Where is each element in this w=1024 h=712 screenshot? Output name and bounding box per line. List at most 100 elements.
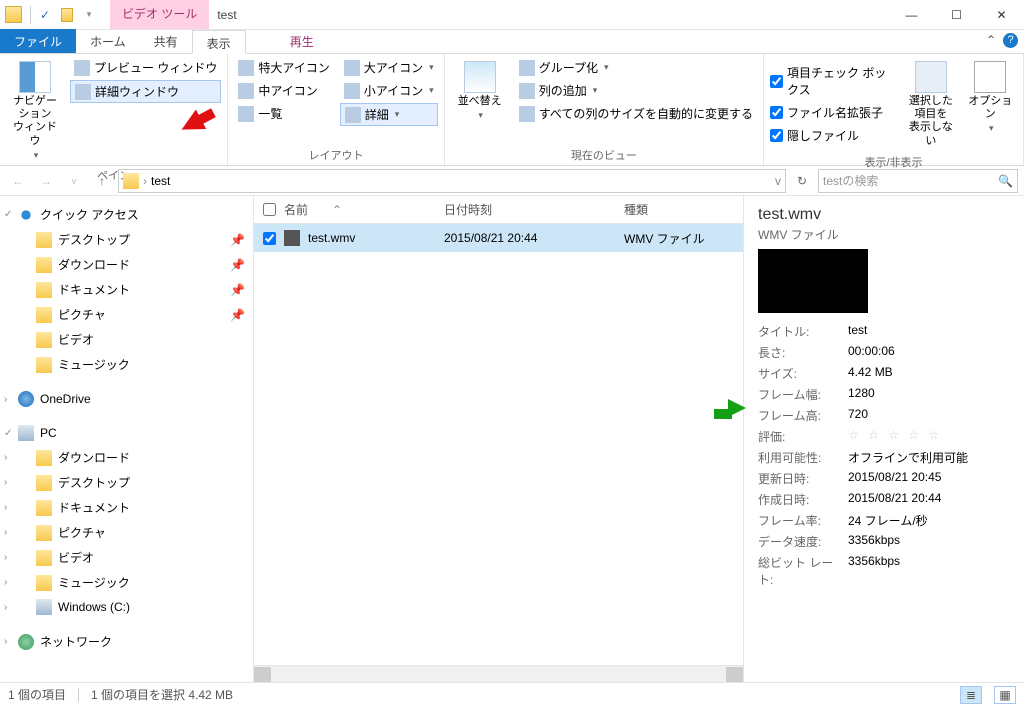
column-name[interactable]: 名前⌃ — [284, 201, 444, 218]
qat-separator — [30, 6, 31, 24]
back-button[interactable]: ← — [6, 169, 30, 193]
chevron-right-icon[interactable]: › — [4, 477, 7, 488]
nav-desktop[interactable]: デスクトップ📌 — [0, 227, 253, 252]
breadcrumb-segment[interactable]: test — [151, 174, 170, 188]
rating-stars[interactable]: ☆ ☆ ☆ ☆ ☆ — [848, 426, 1010, 447]
layout-details-button[interactable]: 詳細▾ — [340, 103, 438, 126]
view-details-button[interactable]: ≣ — [960, 686, 982, 704]
nav-pc[interactable]: ✓PC — [0, 421, 253, 445]
row-checkbox[interactable] — [263, 232, 276, 245]
detail-row: フレーム率:24 フレーム/秒 — [758, 510, 1010, 531]
nav-pc-documents[interactable]: ›ドキュメント — [0, 495, 253, 520]
navigation-pane[interactable]: ✓クイック アクセス デスクトップ📌 ダウンロード📌 ドキュメント📌 ピクチャ📌… — [0, 196, 254, 682]
qat-properties-button[interactable]: ✓ — [34, 4, 56, 26]
folder-icon — [123, 173, 139, 189]
chevron-right-icon[interactable]: › — [4, 577, 7, 588]
up-button[interactable]: ↑ — [90, 169, 114, 193]
minimize-button[interactable]: — — [889, 0, 934, 29]
nav-pictures[interactable]: ピクチャ📌 — [0, 302, 253, 327]
nav-pc-music[interactable]: ›ミュージック — [0, 570, 253, 595]
hideselected-button[interactable]: 選択した項目を 表示しない — [904, 57, 957, 152]
sort-button[interactable]: 並べ替え ▾ — [451, 57, 509, 145]
chevron-right-icon[interactable]: › — [4, 636, 7, 647]
nav-music[interactable]: ミュージック — [0, 352, 253, 377]
chevron-right-icon[interactable]: › — [4, 502, 7, 513]
chevron-down-icon[interactable]: ✓ — [4, 209, 12, 220]
layout-medium-button[interactable]: 中アイコン — [234, 80, 333, 101]
tab-share[interactable]: 共有 — [140, 29, 192, 53]
maximize-button[interactable]: ☐ — [934, 0, 979, 29]
breadcrumb-dropdown[interactable]: v — [775, 174, 781, 188]
main-area: ✓クイック アクセス デスクトップ📌 ダウンロード📌 ドキュメント📌 ピクチャ📌… — [0, 196, 1024, 682]
address-bar: ← → v ↑ › test v ↻ testの検索 🔍 — [0, 166, 1024, 196]
nav-downloads[interactable]: ダウンロード📌 — [0, 252, 253, 277]
folder-icon — [36, 332, 52, 348]
autofit-button[interactable]: すべての列のサイズを自動的に変更する — [515, 103, 757, 124]
file-row[interactable]: test.wmv 2015/08/21 20:44 WMV ファイル — [254, 224, 743, 252]
close-button[interactable]: ✕ — [979, 0, 1024, 29]
chevron-down-icon: ▾ — [478, 110, 483, 121]
hiddenitems-checkbox[interactable]: 隠しファイル — [770, 126, 898, 145]
preview-pane-button[interactable]: プレビュー ウィンドウ — [70, 57, 221, 78]
extensions-checkbox[interactable]: ファイル名拡張子 — [770, 103, 898, 122]
recent-button[interactable]: v — [62, 169, 86, 193]
ribbon-collapse-button[interactable]: ⌃ — [986, 33, 996, 47]
chevron-right-icon[interactable]: › — [4, 452, 7, 463]
nav-pc-downloads[interactable]: ›ダウンロード — [0, 445, 253, 470]
nav-windows-c[interactable]: ›Windows (C:) — [0, 595, 253, 619]
nav-network[interactable]: ›ネットワーク — [0, 629, 253, 654]
details-icon — [345, 107, 361, 123]
scroll-left-button[interactable] — [254, 667, 271, 682]
view-largeicons-button[interactable]: ▦ — [994, 686, 1016, 704]
chevron-right-icon[interactable]: › — [143, 174, 147, 188]
ribbon-group-label: 現在のビュー — [451, 145, 757, 165]
options-button[interactable]: オプション ▾ — [964, 57, 1017, 152]
layout-extralarge-button[interactable]: 特大アイコン — [234, 57, 333, 78]
nav-documents[interactable]: ドキュメント📌 — [0, 277, 253, 302]
tab-view[interactable]: 表示 — [192, 30, 246, 54]
sicons-icon — [344, 83, 360, 99]
search-input[interactable]: testの検索 🔍 — [818, 169, 1018, 193]
refresh-button[interactable]: ↻ — [790, 169, 814, 193]
layout-small-button[interactable]: 小アイコン▾ — [340, 80, 438, 101]
layout-large-button[interactable]: 大アイコン▾ — [340, 57, 438, 78]
file-list[interactable]: 名前⌃ 日付時刻 種類 test.wmv 2015/08/21 20:44 WM… — [254, 196, 744, 682]
chevron-right-icon[interactable]: › — [4, 552, 7, 563]
tab-file[interactable]: ファイル — [0, 29, 76, 53]
nav-pc-desktop[interactable]: ›デスクトップ — [0, 470, 253, 495]
breadcrumb[interactable]: › test v — [118, 169, 786, 193]
selectall-checkbox[interactable] — [254, 203, 284, 216]
search-placeholder: testの検索 — [823, 172, 878, 189]
groupby-button[interactable]: グループ化▾ — [515, 57, 757, 78]
chevron-down-icon: ▾ — [593, 85, 598, 96]
nav-videos[interactable]: ビデオ — [0, 327, 253, 352]
itemcheckboxes-checkbox[interactable]: 項目チェック ボックス — [770, 63, 898, 99]
qat-customize-button[interactable]: ▾ — [78, 4, 100, 26]
help-button[interactable]: ? — [1003, 33, 1018, 48]
layout-list-button[interactable]: 一覧 — [234, 103, 333, 124]
tab-home[interactable]: ホーム — [76, 29, 140, 53]
horizontal-scrollbar[interactable] — [254, 665, 743, 682]
tab-play[interactable]: 再生 — [276, 29, 328, 53]
nav-pc-videos[interactable]: ›ビデオ — [0, 545, 253, 570]
navigation-pane-button[interactable]: ナビゲーション ウィンドウ ▾ — [6, 57, 64, 165]
forward-button[interactable]: → — [34, 169, 58, 193]
details-pane-button[interactable]: 詳細ウィンドウ — [70, 80, 221, 103]
status-selection: 1 個の項目を選択 4.42 MB — [91, 686, 233, 703]
addcolumns-button[interactable]: 列の追加▾ — [515, 80, 757, 101]
chevron-right-icon[interactable]: › — [4, 602, 7, 613]
chevron-right-icon[interactable]: › — [4, 527, 7, 538]
chevron-down-icon[interactable]: ✓ — [4, 428, 12, 439]
column-date[interactable]: 日付時刻 — [444, 201, 624, 218]
folder-icon — [36, 500, 52, 516]
chevron-right-icon[interactable]: › — [4, 394, 7, 405]
nav-quick-access[interactable]: ✓クイック アクセス — [0, 202, 253, 227]
scroll-right-button[interactable] — [726, 667, 743, 682]
nav-onedrive[interactable]: ›OneDrive — [0, 387, 253, 411]
detail-row: フレーム幅:1280 — [758, 384, 1010, 405]
nav-pc-pictures[interactable]: ›ピクチャ — [0, 520, 253, 545]
column-type[interactable]: 種類 — [624, 201, 743, 218]
network-icon — [18, 634, 34, 650]
qat-newfolder-button[interactable] — [56, 4, 78, 26]
folder-icon — [36, 550, 52, 566]
